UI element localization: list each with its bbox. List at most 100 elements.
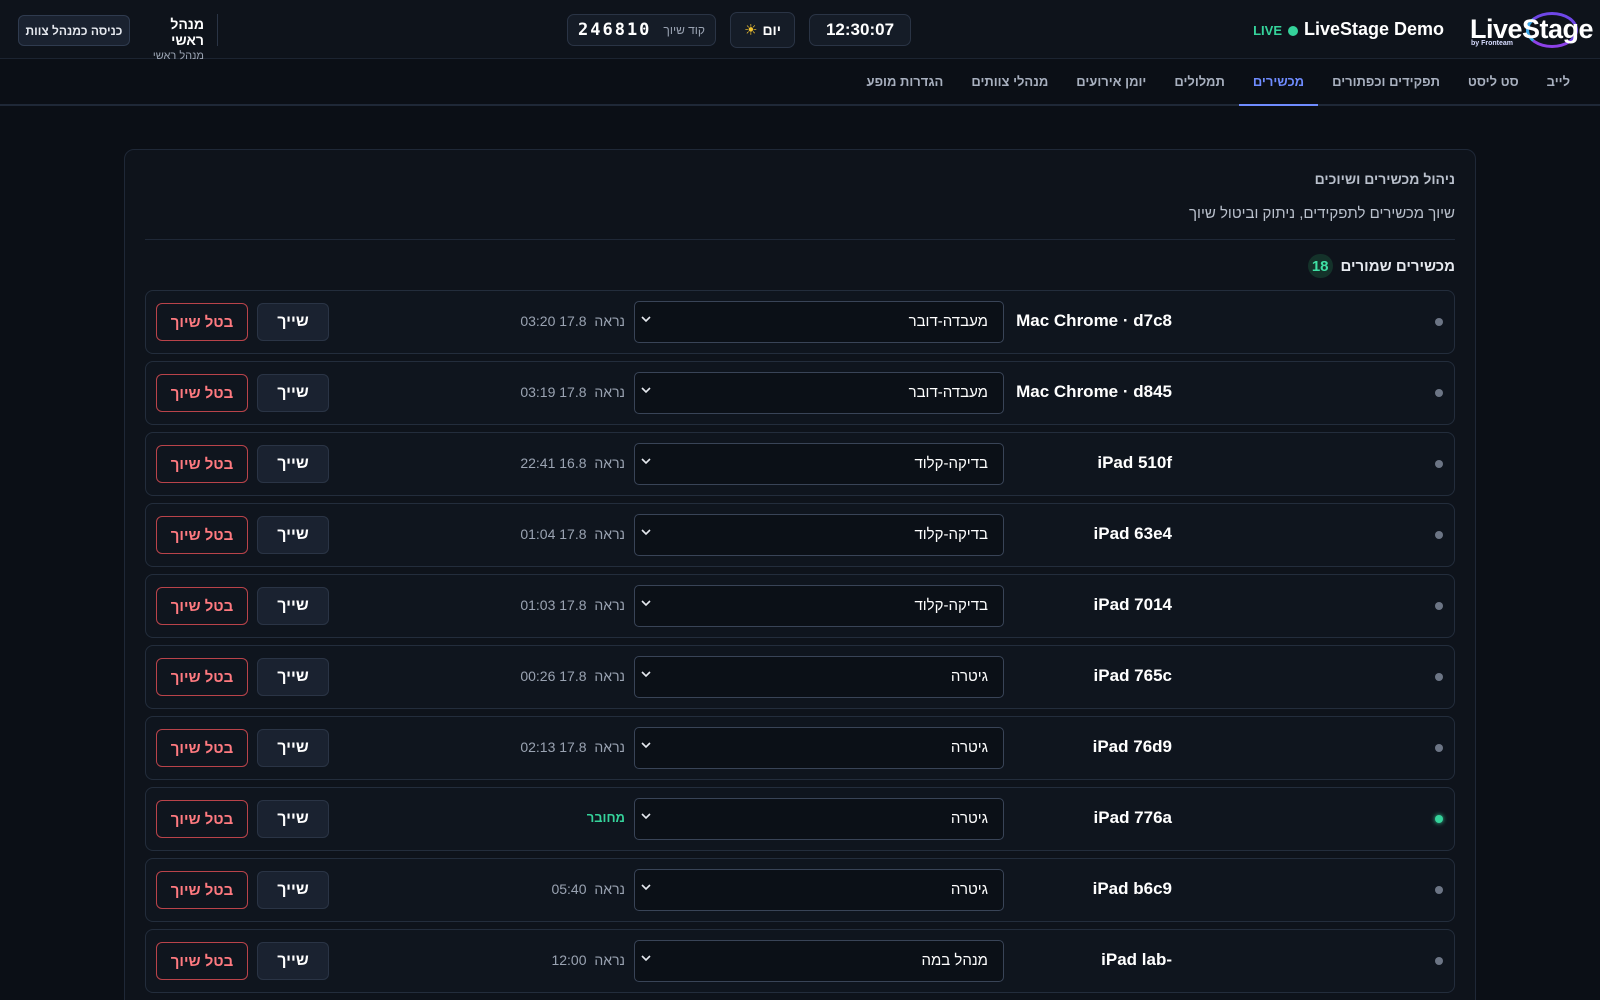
nav-tab[interactable]: לייב — [1533, 59, 1584, 106]
nav-tab[interactable]: יומן אירועים — [1062, 59, 1160, 106]
header-divider — [217, 14, 218, 46]
role-select-value: גיטרה — [950, 739, 988, 756]
livestage-logo[interactable]: LiveStage by Fronteam — [1470, 12, 1594, 50]
live-label: LIVE — [1253, 23, 1282, 38]
chevron-down-icon — [641, 600, 651, 607]
last-seen: נראה 17.8 01:03 — [366, 597, 625, 613]
last-seen: נראה 16.8 22:41 — [366, 455, 625, 471]
role-select-value: מעבדה-דובר — [908, 313, 988, 330]
role-select-value: גיטרה — [950, 668, 988, 685]
device-row: Mac Chrome · d7c8 מעבדה-דובר נראה 17.8 03:… — [145, 290, 1455, 354]
role-select-value: מעבדה-דובר — [908, 384, 988, 401]
panel-subtitle: שיוך מכשירים לתפקידים, ניתוק וביטול שיוך — [1189, 205, 1455, 222]
assign-button[interactable]: שייך — [257, 800, 329, 838]
last-seen-time: 17.8 03:20 — [520, 313, 587, 329]
role-select[interactable]: בדיקה-קלוד — [634, 585, 1004, 627]
last-seen-time: 17.8 03:19 — [520, 384, 587, 400]
role-select[interactable]: גיטרה — [634, 798, 1004, 840]
assign-button[interactable]: שייך — [257, 374, 329, 412]
nav-tab[interactable]: תמלולים — [1160, 59, 1238, 106]
assign-button[interactable]: שייך — [257, 658, 329, 696]
unassign-button[interactable]: בטל שיוך — [156, 445, 248, 483]
nav-tab[interactable]: מנהלי צוותים — [957, 59, 1062, 106]
status-dot-icon — [1435, 531, 1443, 539]
divider — [145, 239, 1455, 240]
sun-icon: ☀ — [744, 22, 758, 39]
last-seen: נראה 17.8 03:19 — [366, 384, 625, 400]
nav-tab[interactable]: הגדרות מופע — [853, 59, 958, 106]
last-seen: מחובר — [366, 810, 625, 825]
role-select[interactable]: מעבדה-דובר — [634, 372, 1004, 414]
device-list: Mac Chrome · d7c8 מעבדה-דובר נראה 17.8 03:… — [145, 290, 1455, 1000]
unassign-button[interactable]: בטל שיוך — [156, 871, 248, 909]
app-title: LiveStage Demo — [1303, 19, 1444, 39]
role-select[interactable]: גיטרה — [634, 869, 1004, 911]
assign-button[interactable]: שייך — [257, 942, 329, 980]
nav-tab[interactable]: סט ליסט — [1454, 59, 1533, 106]
last-seen-label: נראה — [594, 597, 625, 613]
device-row: Mac Chrome · d845 מעבדה-דובר נראה 17.8 03:… — [145, 361, 1455, 425]
assign-button[interactable]: שייך — [257, 729, 329, 767]
last-seen: נראה 17.8 02:13 — [366, 739, 625, 755]
chevron-down-icon — [641, 387, 651, 394]
assign-button[interactable]: שייך — [257, 587, 329, 625]
device-row: iPad 76d9 גיטרה נראה 17.8 02:13 שייך בטל שיו… — [145, 716, 1455, 780]
pairing-code-value: 246810 — [578, 20, 652, 40]
role-select-value: בדיקה-קלוד — [914, 455, 988, 472]
last-seen-label: נראה — [594, 384, 625, 400]
connected-status: מחובר — [586, 810, 625, 825]
last-seen: נראה 17.8 01:04 — [366, 526, 625, 542]
unassign-button[interactable]: בטל שיוך — [156, 800, 248, 838]
device-row: iPad 63e4 בדיקה-קלוד נראה 17.8 01:04 שייך בט… — [145, 503, 1455, 567]
chevron-down-icon — [641, 813, 651, 820]
status-dot-icon — [1435, 886, 1443, 894]
unassign-button[interactable]: בטל שיוך — [156, 729, 248, 767]
main-nav: לייב סט ליסט תפקידים וכפתורים מכשירים תמלולי… — [0, 59, 1600, 106]
role-select-value: גיטרה — [950, 810, 988, 827]
chevron-down-icon — [641, 955, 651, 962]
last-seen-time: 17.8 01:03 — [520, 597, 587, 613]
role-select[interactable]: גיטרה — [634, 656, 1004, 698]
role-select[interactable]: בדיקה-קלוד — [634, 514, 1004, 556]
role-select-value: מנהל במה — [921, 952, 988, 969]
assign-button[interactable]: שייך — [257, 871, 329, 909]
assign-button[interactable]: שייך — [257, 445, 329, 483]
last-seen-time: 12:00 — [551, 952, 587, 968]
unassign-button[interactable]: בטל שיוך — [156, 516, 248, 554]
device-count-badge: 18 — [1307, 254, 1333, 278]
status-dot-icon — [1435, 318, 1443, 326]
status-dot-icon — [1435, 460, 1443, 468]
unassign-button[interactable]: בטל שיוך — [156, 658, 248, 696]
nav-tab[interactable]: מכשירים — [1238, 59, 1319, 106]
last-seen: נראה 12:00 — [366, 952, 625, 968]
live-dot-icon — [1288, 25, 1298, 36]
last-seen-time: 17.8 01:04 — [520, 526, 587, 542]
last-seen: נראה 17.8 03:20 — [366, 313, 625, 329]
nav-tab[interactable]: תפקידים וכפתורים — [1318, 59, 1454, 106]
day-mode-toggle[interactable]: ☀ יום — [730, 12, 795, 48]
live-indicator: LIVE — [1253, 23, 1298, 38]
role-select[interactable]: מנהל במה — [634, 940, 1004, 982]
saved-devices-label: מכשירים שמורים — [1340, 257, 1456, 275]
last-seen-label: נראה — [594, 313, 625, 329]
assign-button[interactable]: שייך — [257, 516, 329, 554]
role-select[interactable]: מעבדה-דובר — [634, 301, 1004, 343]
unassign-button[interactable]: בטל שיוך — [156, 303, 248, 341]
role-select[interactable]: בדיקה-קלוד — [634, 443, 1004, 485]
device-row: iPad 776a גיטרה מחובר שייך בטל שיוך — [145, 787, 1455, 851]
device-row: iPad 765c גיטרה נראה 17.8 00:26 שייך בטל שיו… — [145, 645, 1455, 709]
role-select-value: גיטרה — [950, 881, 988, 898]
assign-button[interactable]: שייך — [257, 303, 329, 341]
unassign-button[interactable]: בטל שיוך — [156, 587, 248, 625]
last-seen-label: נראה — [594, 881, 625, 897]
enter-as-team-manager-button[interactable]: כניסה כמנהל צוות — [18, 15, 130, 46]
unassign-button[interactable]: בטל שיוך — [156, 942, 248, 980]
top-bar: LiveStage by Fronteam LiveStage Demo LIV… — [0, 0, 1600, 62]
nav-tabs: לייב סט ליסט תפקידים וכפתורים מכשירים תמלולי… — [853, 59, 1584, 106]
unassign-button[interactable]: בטל שיוך — [156, 374, 248, 412]
last-seen: נראה 17.8 00:26 — [366, 668, 625, 684]
device-row: iPad 7014 בדיקה-קלוד נראה 17.8 01:03 שייך בט… — [145, 574, 1455, 638]
role-select[interactable]: גיטרה — [634, 727, 1004, 769]
panel-title: ניהול מכשירים ושיוכים — [1314, 171, 1455, 187]
last-seen-time: 17.8 00:26 — [520, 668, 587, 684]
